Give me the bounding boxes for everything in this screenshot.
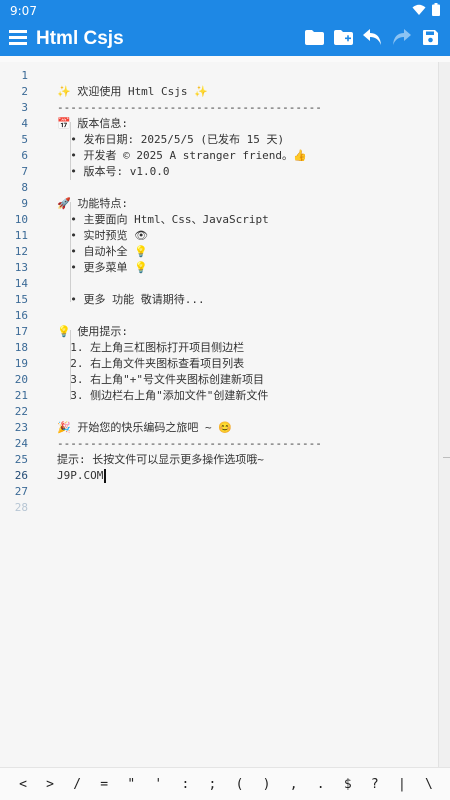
code-content[interactable]: ✨ 欢迎使用 Html Csjs ✨ ---------------------…	[57, 62, 437, 767]
save-button[interactable]	[419, 22, 442, 56]
code-editor[interactable]: 1 2 3 4 5 6 7 8 9 10 11 12 13 14 15 16 1…	[0, 62, 450, 767]
code-line: 提示: 长按文件可以显示更多操作选项哦~	[57, 453, 264, 466]
redo-icon	[392, 29, 411, 49]
line-number: 20	[14, 373, 28, 386]
line-number: 6	[21, 149, 28, 162]
status-bar: 9:07	[0, 0, 450, 22]
line-number: 24	[14, 437, 28, 450]
code-line: • 实时预览 👁	[57, 229, 149, 242]
code-line: 3. 侧边栏右上角"添加文件"创建新文件	[57, 389, 269, 402]
line-number: 21	[14, 389, 28, 402]
code-line: • 更多菜单 💡	[57, 261, 148, 274]
line-number: 9	[21, 197, 28, 210]
line-number: 3	[21, 101, 28, 114]
code-line: 💡 使用提示:	[57, 325, 128, 338]
symbol-key[interactable]: /	[68, 777, 86, 792]
line-number: 8	[21, 181, 28, 194]
symbol-key[interactable]: .	[312, 777, 330, 792]
code-line: 📅 版本信息:	[57, 117, 128, 130]
symbol-key[interactable]: )	[258, 777, 276, 792]
app-title: Html Csjs	[36, 28, 124, 49]
line-number: 11	[14, 229, 28, 242]
symbol-key[interactable]: \	[420, 777, 438, 792]
line-number: 28	[14, 501, 28, 514]
code-line: 🎉 开始您的快乐编码之旅吧 ~ 😊	[57, 421, 232, 434]
code-line: • 主要面向 Html、Css、JavaScript	[57, 213, 269, 226]
battery-icon	[432, 3, 440, 19]
code-line: 2. 右上角文件夹图标查看项目列表	[57, 357, 245, 370]
new-project-button[interactable]	[332, 22, 355, 56]
app-actions	[303, 22, 450, 56]
symbol-key[interactable]: :	[176, 777, 194, 792]
wifi-icon	[412, 4, 426, 19]
code-line: ----------------------------------------	[57, 101, 322, 114]
symbol-key[interactable]: |	[393, 777, 411, 792]
symbol-key[interactable]: "	[122, 777, 140, 792]
line-number: 7	[21, 165, 28, 178]
code-line: 3. 右上角"+"号文件夹图标创建新项目	[57, 373, 264, 386]
symbol-key[interactable]: <	[14, 777, 32, 792]
symbol-key[interactable]: =	[95, 777, 113, 792]
code-line: • 版本号: v1.0.0	[57, 165, 170, 178]
line-number: 15	[14, 293, 28, 306]
line-number: 16	[14, 309, 28, 322]
undo-button[interactable]	[361, 22, 384, 56]
line-number: 27	[14, 485, 28, 498]
line-number-gutter: 1 2 3 4 5 6 7 8 9 10 11 12 13 14 15 16 1…	[0, 62, 44, 767]
code-line: • 自动补全 💡	[57, 245, 148, 258]
code-line-current: J9P.COM	[57, 469, 104, 482]
line-number: 13	[14, 261, 28, 274]
menu-button[interactable]	[0, 22, 36, 56]
code-line: 🚀 功能特点:	[57, 197, 128, 210]
line-number: 12	[14, 245, 28, 258]
code-line: • 更多 功能 敬请期待...	[57, 293, 205, 306]
line-number: 1	[21, 69, 28, 82]
symbol-key[interactable]: >	[41, 777, 59, 792]
symbol-key[interactable]: (	[231, 777, 249, 792]
line-number: 18	[14, 341, 28, 354]
line-number-current: 26	[14, 469, 28, 482]
scrollbar-thumb[interactable]	[443, 457, 450, 458]
symbol-key[interactable]: ?	[366, 777, 384, 792]
line-number: 4	[21, 117, 28, 130]
save-icon	[423, 29, 438, 49]
code-line: • 开发者 © 2025 A stranger friend。👍	[57, 149, 307, 162]
symbol-key[interactable]: $	[339, 777, 357, 792]
status-time: 9:07	[10, 4, 37, 18]
line-number: 17	[14, 325, 28, 338]
line-number: 22	[14, 405, 28, 418]
open-project-list-button[interactable]	[303, 22, 326, 56]
line-number: 10	[14, 213, 28, 226]
redo-button[interactable]	[390, 22, 413, 56]
folder-plus-icon	[334, 29, 353, 49]
line-number: 25	[14, 453, 28, 466]
symbol-key[interactable]: ;	[203, 777, 221, 792]
text-cursor	[104, 469, 106, 483]
folder-icon	[305, 29, 324, 49]
code-line: ✨ 欢迎使用 Html Csjs ✨	[57, 85, 208, 98]
code-line: ----------------------------------------	[57, 437, 322, 450]
symbol-key[interactable]: '	[149, 777, 167, 792]
line-number: 2	[21, 85, 28, 98]
hamburger-icon	[9, 29, 27, 49]
symbol-bar: < > / = " ' : ; ( ) , . $ ? | \	[0, 767, 450, 800]
line-number: 23	[14, 421, 28, 434]
line-number: 14	[14, 277, 28, 290]
symbol-key[interactable]: ,	[285, 777, 303, 792]
app-bar: Html Csjs	[0, 22, 450, 56]
code-line: 1. 左上角三杠图标打开项目侧边栏	[57, 341, 245, 354]
code-line: • 发布日期: 2025/5/5 (已发布 15 天)	[57, 133, 285, 146]
line-number: 19	[14, 357, 28, 370]
line-number: 5	[21, 133, 28, 146]
vertical-scrollbar[interactable]	[438, 62, 450, 767]
undo-icon	[363, 29, 382, 49]
status-icons	[412, 3, 440, 19]
